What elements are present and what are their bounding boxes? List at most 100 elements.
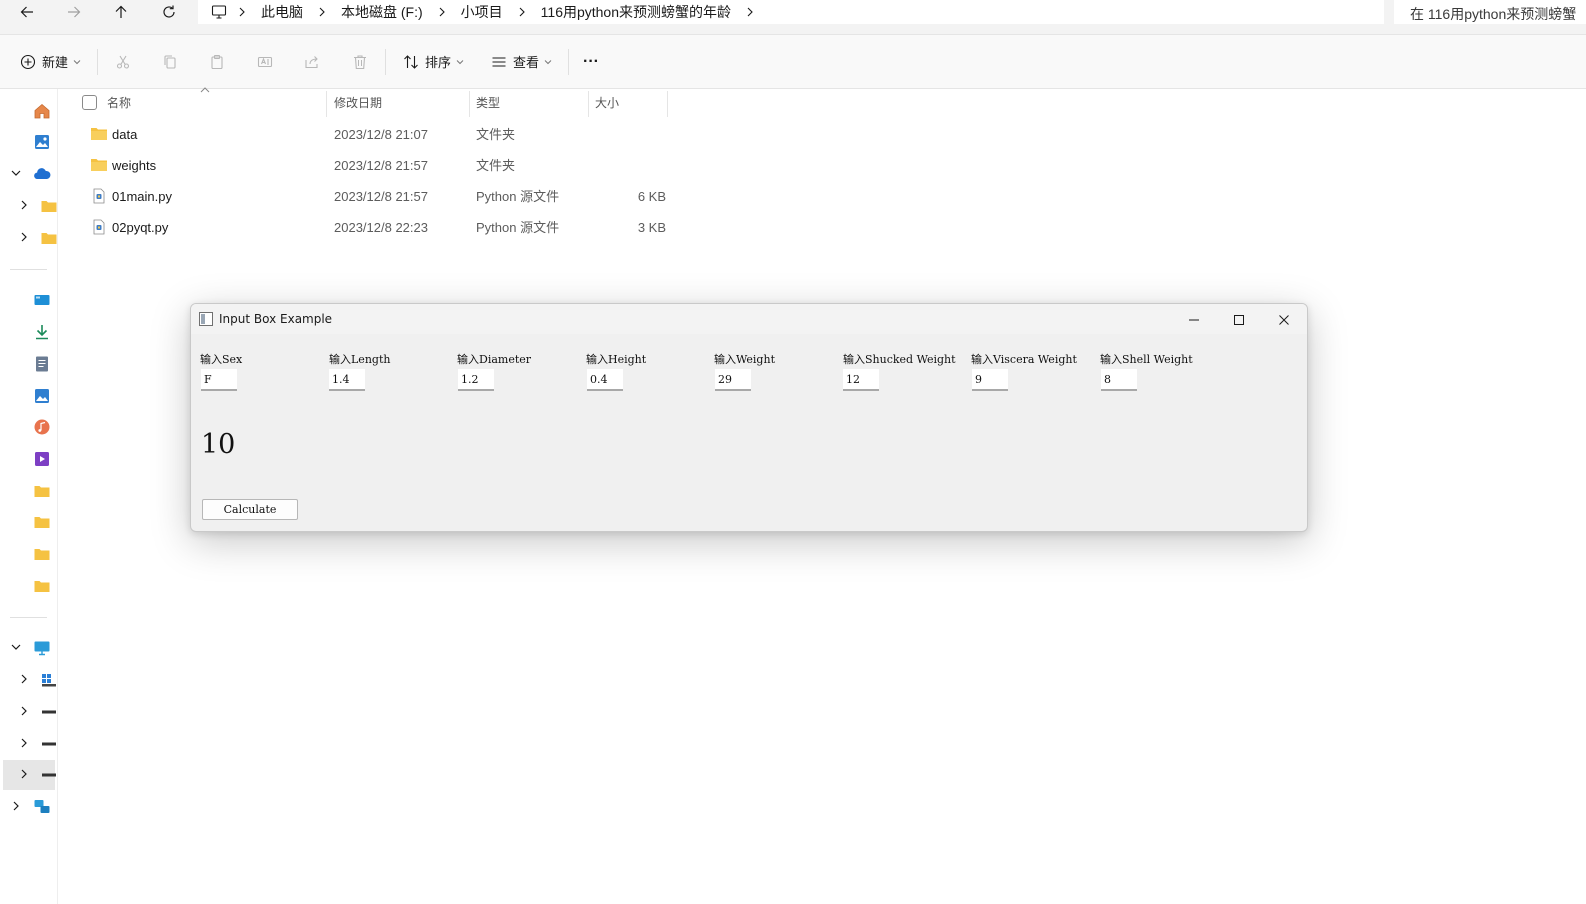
label-length: 输入Length <box>329 353 391 366</box>
close-button[interactable] <box>1262 306 1306 334</box>
nav-item-this-pc[interactable] <box>0 633 57 663</box>
nav-item-drive-selected[interactable] <box>3 760 56 790</box>
nav-item-folder[interactable] <box>0 191 57 221</box>
chevron-right-icon[interactable] <box>18 231 30 243</box>
new-button[interactable]: 新建 <box>20 35 81 88</box>
nav-item-drive[interactable] <box>0 729 57 759</box>
file-row[interactable]: data 2023/12/8 21:07 文件夹 <box>82 119 702 150</box>
length-input[interactable] <box>329 369 365 391</box>
file-type: Python 源文件 <box>476 189 560 204</box>
drive-icon <box>42 742 56 746</box>
height-input[interactable] <box>587 369 623 391</box>
minimize-icon <box>1189 319 1199 321</box>
toolbar-divider <box>97 49 98 75</box>
shucked-weight-input[interactable] <box>843 369 879 391</box>
chevron-right-icon[interactable] <box>18 673 30 685</box>
label-weight: 输入Weight <box>714 353 775 366</box>
drive-icon <box>42 710 56 714</box>
view-button[interactable]: 查看 <box>491 35 552 88</box>
chevron-down-icon[interactable] <box>10 167 22 179</box>
select-all-checkbox[interactable] <box>82 95 97 110</box>
nav-item-folder[interactable] <box>0 539 57 569</box>
monitor-icon[interactable] <box>208 4 230 20</box>
nav-item-folder[interactable] <box>0 571 57 601</box>
nav-item-gallery[interactable] <box>0 127 57 157</box>
back-button[interactable] <box>9 0 45 24</box>
breadcrumb-separator[interactable] <box>738 1 762 23</box>
breadcrumb-separator[interactable] <box>310 1 334 23</box>
nav-item-home[interactable] <box>0 96 57 126</box>
nav-item-drive[interactable] <box>0 697 57 727</box>
chevron-right-icon <box>439 7 445 17</box>
viscera-weight-input[interactable] <box>972 369 1008 391</box>
chevron-right-icon[interactable] <box>18 768 30 780</box>
nav-item-folder[interactable] <box>0 223 57 253</box>
breadcrumb-item-small-projects[interactable]: 小项目 <box>454 2 510 22</box>
maximize-button[interactable] <box>1217 306 1261 334</box>
nav-item-documents[interactable] <box>0 349 57 379</box>
column-separator[interactable] <box>326 91 327 117</box>
paste-button[interactable] <box>209 35 225 88</box>
column-separator[interactable] <box>469 91 470 117</box>
sort-button[interactable]: 排序 <box>403 35 464 88</box>
minimize-button[interactable] <box>1172 306 1216 334</box>
more-options-button[interactable]: ··· <box>583 35 599 88</box>
chevron-right-icon[interactable] <box>18 199 30 211</box>
cut-button[interactable] <box>115 35 131 88</box>
breadcrumb-item-project[interactable]: 116用python来预测螃蟹的年龄 <box>534 2 738 22</box>
dialog-title-bar[interactable]: Input Box Example <box>191 304 1307 334</box>
nav-item-videos[interactable] <box>0 444 57 474</box>
column-header-type[interactable]: 类型 <box>476 89 500 117</box>
breadcrumb-item-this-pc[interactable]: 此电脑 <box>254 2 310 22</box>
rename-button[interactable] <box>257 35 273 88</box>
calculate-button[interactable]: Calculate <box>202 499 298 520</box>
search-input[interactable]: 在 116用python来预测螃蟹 <box>1394 0 1586 24</box>
nav-item-onedrive[interactable] <box>0 159 57 189</box>
chevron-right-icon[interactable] <box>18 737 30 749</box>
arrow-right-icon <box>68 6 81 18</box>
sex-input[interactable] <box>201 369 237 391</box>
copy-button[interactable] <box>162 35 178 88</box>
breadcrumb-item-disk-f[interactable]: 本地磁盘 (F:) <box>334 2 430 22</box>
shell-weight-input[interactable] <box>1101 369 1137 391</box>
nav-item-folder[interactable] <box>0 507 57 537</box>
nav-item-folder[interactable] <box>0 476 57 506</box>
up-button[interactable] <box>103 0 139 24</box>
file-row[interactable]: 02pyqt.py 2023/12/8 22:23 Python 源文件 3 K… <box>82 212 702 243</box>
file-row[interactable]: 01main.py 2023/12/8 21:57 Python 源文件 6 K… <box>82 181 702 212</box>
label-sex: 输入Sex <box>200 353 243 366</box>
folder-icon <box>34 486 50 497</box>
nav-item-desktop[interactable] <box>0 286 57 316</box>
chevron-right-icon[interactable] <box>18 705 30 717</box>
column-header-name[interactable]: 名称 <box>107 89 131 117</box>
nav-item-pictures[interactable] <box>0 381 57 411</box>
breadcrumb: 此电脑 本地磁盘 (F:) 小项目 116用python来预测螃蟹的年龄 <box>208 1 762 23</box>
file-name: weights <box>112 158 157 173</box>
column-separator[interactable] <box>667 91 668 117</box>
weight-input[interactable] <box>715 369 751 391</box>
file-date: 2023/12/8 22:23 <box>334 220 428 235</box>
column-header-date[interactable]: 修改日期 <box>334 89 382 117</box>
nav-item-drive[interactable] <box>0 665 57 695</box>
delete-button[interactable] <box>352 35 368 88</box>
forward-button[interactable] <box>56 0 92 24</box>
chevron-right-icon[interactable] <box>10 800 22 812</box>
chevron-down-icon[interactable] <box>10 641 22 653</box>
nav-item-downloads[interactable] <box>0 317 57 347</box>
nav-item-music[interactable] <box>0 412 57 442</box>
breadcrumb-separator[interactable] <box>510 1 534 23</box>
sort-button-label: 排序 <box>425 55 452 70</box>
column-header-size[interactable]: 大小 <box>595 89 619 117</box>
diameter-input[interactable] <box>458 369 494 391</box>
breadcrumb-separator[interactable] <box>430 1 454 23</box>
search-placeholder: 在 116用python来预测螃蟹 <box>1410 6 1577 22</box>
nav-item-network[interactable] <box>0 792 57 822</box>
refresh-button[interactable] <box>151 0 187 24</box>
address-bar: 此电脑 本地磁盘 (F:) 小项目 116用python来预测螃蟹的年龄 在 1… <box>0 0 1586 35</box>
file-row[interactable]: weights 2023/12/8 21:57 文件夹 <box>82 150 702 181</box>
label-shucked-weight: 输入Shucked Weight <box>843 353 956 366</box>
folder-icon <box>34 581 50 592</box>
column-separator[interactable] <box>588 91 589 117</box>
breadcrumb-separator[interactable] <box>230 1 254 23</box>
share-button[interactable] <box>304 35 320 88</box>
